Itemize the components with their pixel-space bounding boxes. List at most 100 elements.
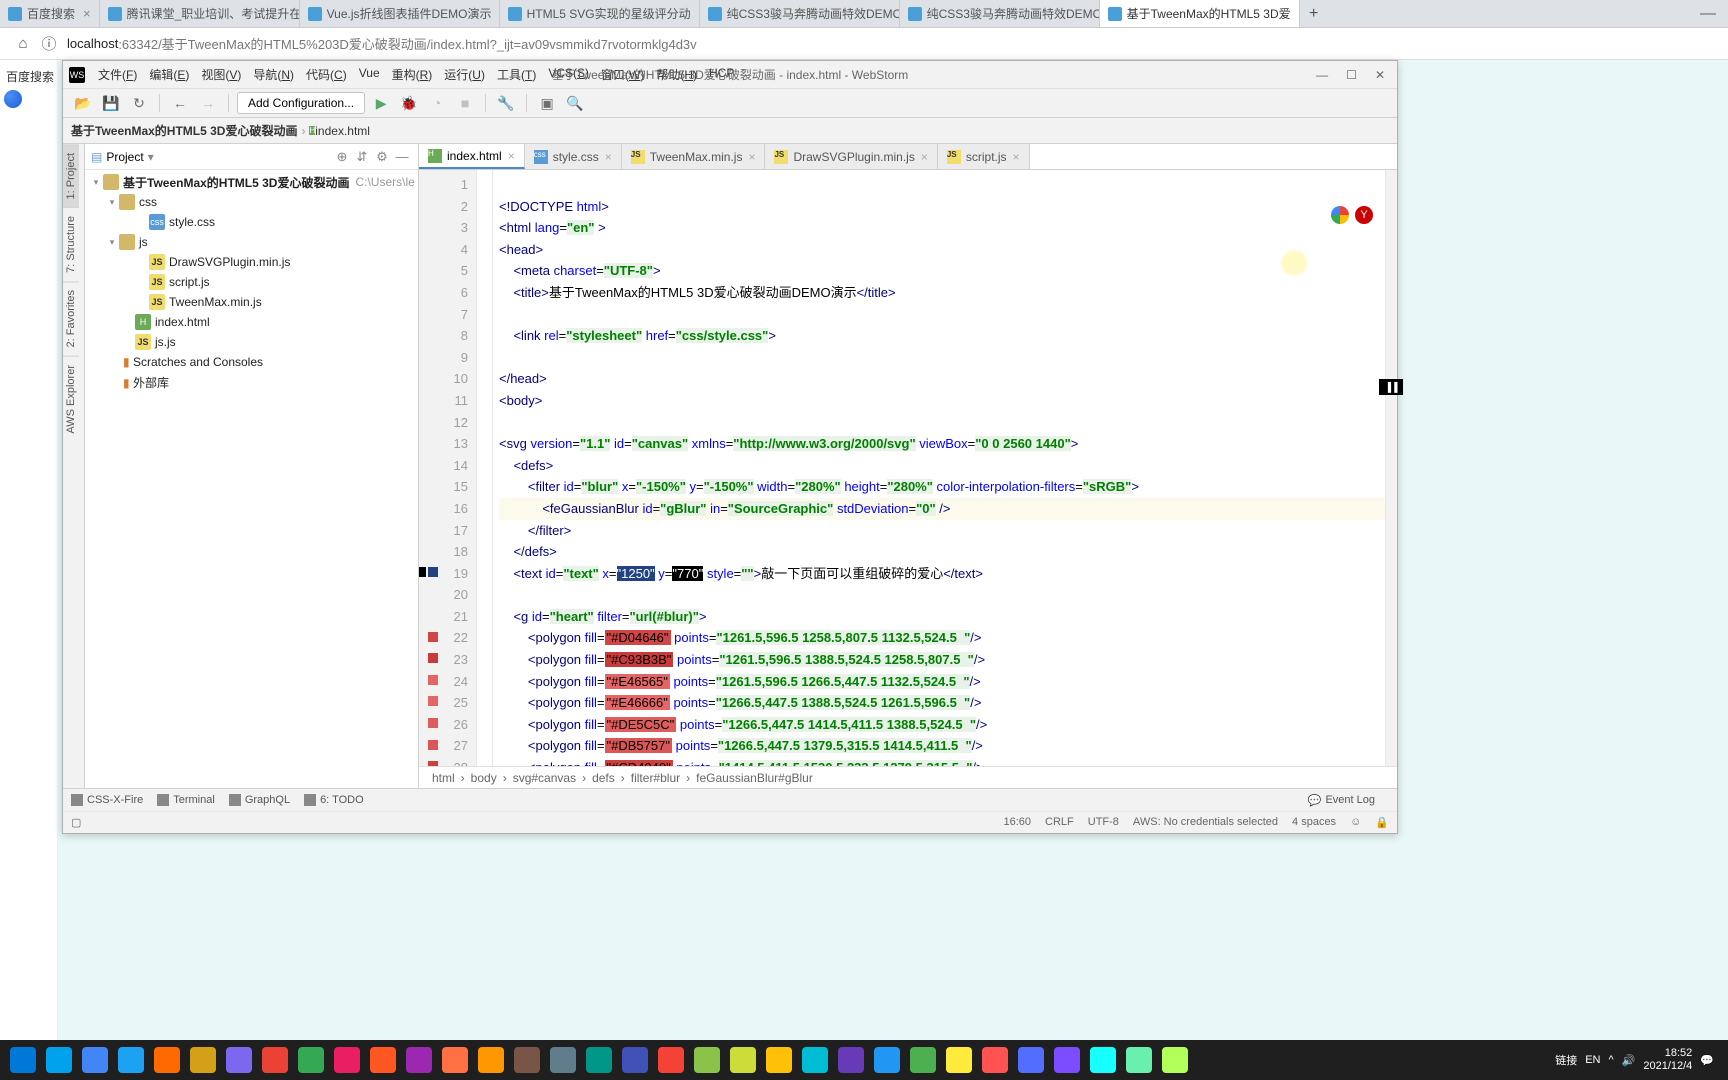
indent-status[interactable]: 4 spaces xyxy=(1292,816,1336,829)
run-config-dropdown[interactable]: Add Configuration... xyxy=(237,92,365,114)
taskbar-app-icon[interactable] xyxy=(438,1043,472,1077)
editor-tab[interactable]: JSDrawSVGPlugin.min.js× xyxy=(765,144,937,169)
taskbar-app-icon[interactable] xyxy=(258,1043,292,1077)
taskbar-app-icon[interactable] xyxy=(942,1043,976,1077)
taskbar-app-icon[interactable] xyxy=(1014,1043,1048,1077)
editor-tab[interactable]: Hindex.html× xyxy=(419,144,525,169)
code-editor[interactable]: 1234567891011121314151617181920212223242… xyxy=(419,170,1397,766)
tree-row[interactable]: H index.html xyxy=(85,312,418,332)
close-icon[interactable]: ✕ xyxy=(1375,68,1385,82)
browser-tab[interactable]: 纯CSS3骏马奔腾动画特效DEMO× xyxy=(900,0,1100,27)
minimize-icon[interactable]: — xyxy=(1316,68,1328,82)
nav-root[interactable]: 基于TweenMax的HTML5 3D爱心破裂动画 xyxy=(71,122,297,139)
close-icon[interactable]: × xyxy=(508,149,515,163)
menu-item[interactable]: 工具(T) xyxy=(492,64,541,85)
browser-tab[interactable]: Vue.js折线图表插件DEMO演示× xyxy=(300,0,500,27)
color-swatch[interactable] xyxy=(428,653,438,663)
forward-icon[interactable]: → xyxy=(196,91,220,115)
hide-icon[interactable]: — xyxy=(392,149,412,164)
browser-tab[interactable]: 百度搜索× xyxy=(0,0,100,27)
crumb-item[interactable]: defs xyxy=(592,771,615,785)
taskbar-app-icon[interactable] xyxy=(222,1043,256,1077)
stop-icon[interactable]: ■ xyxy=(453,91,477,115)
taskbar-app-icon[interactable] xyxy=(546,1043,580,1077)
taskbar-app-icon[interactable] xyxy=(114,1043,148,1077)
taskbar-app-icon[interactable] xyxy=(618,1043,652,1077)
close-icon[interactable]: × xyxy=(748,150,755,164)
crumb-item[interactable]: filter#blur xyxy=(631,771,680,785)
bottom-tab[interactable]: CSS-X-Fire xyxy=(71,794,143,806)
tool-window-tab[interactable]: 7: Structure xyxy=(63,207,79,281)
taskbar-app-icon[interactable] xyxy=(1050,1043,1084,1077)
taskbar-app-icon[interactable] xyxy=(1122,1043,1156,1077)
sync-icon[interactable]: ↻ xyxy=(127,91,151,115)
menu-item[interactable]: 视图(V) xyxy=(196,64,246,85)
menu-item[interactable]: 导航(N) xyxy=(248,64,299,85)
taskbar-app-icon[interactable] xyxy=(690,1043,724,1077)
taskbar-app-icon[interactable] xyxy=(474,1043,508,1077)
tree-row[interactable]: ▾ js xyxy=(85,232,418,252)
back-icon[interactable]: ← xyxy=(168,91,192,115)
editor-tab[interactable]: JSTweenMax.min.js× xyxy=(622,144,766,169)
bottom-tab[interactable]: GraphQL xyxy=(229,794,290,806)
search-icon[interactable]: 🔍 xyxy=(563,91,587,115)
tree-row[interactable]: ▾ css xyxy=(85,192,418,212)
run-icon[interactable]: ▶ xyxy=(369,91,393,115)
color-swatch[interactable] xyxy=(428,567,438,577)
taskbar-app-icon[interactable] xyxy=(402,1043,436,1077)
menu-item[interactable]: 代码(C) xyxy=(301,64,352,85)
maximize-icon[interactable]: ☐ xyxy=(1346,68,1357,82)
chrome-icon[interactable] xyxy=(1331,206,1349,224)
chevron-down-icon[interactable]: ▾ xyxy=(148,150,154,164)
tree-row[interactable]: JS TweenMax.min.js xyxy=(85,292,418,312)
tree-row[interactable]: JS DrawSVGPlugin.min.js xyxy=(85,252,418,272)
tree-row[interactable]: ▾ 基于TweenMax的HTML5 3D爱心破裂动画C:\Users\le xyxy=(85,172,418,192)
menu-item[interactable]: 重构(R) xyxy=(387,64,438,85)
code-content[interactable]: <!DOCTYPE html><html lang="en" ><head> <… xyxy=(493,170,1385,766)
taskbar-app-icon[interactable] xyxy=(906,1043,940,1077)
taskbar-app-icon[interactable] xyxy=(42,1043,76,1077)
notification-icon[interactable]: 💬 xyxy=(1700,1054,1714,1067)
taskbar-app-icon[interactable] xyxy=(726,1043,760,1077)
url-display[interactable]: localhost:63342/基于TweenMax的HTML5%203D爱心破… xyxy=(67,34,697,53)
menu-item[interactable]: Vue xyxy=(354,64,385,85)
taskbar-app-icon[interactable] xyxy=(186,1043,220,1077)
editor-tab[interactable]: cssstyle.css× xyxy=(525,144,622,169)
taskbar-app-icon[interactable] xyxy=(798,1043,832,1077)
taskbar-app-icon[interactable] xyxy=(1086,1043,1120,1077)
taskbar-app-icon[interactable] xyxy=(150,1043,184,1077)
taskbar-app-icon[interactable] xyxy=(6,1043,40,1077)
browser-tab[interactable]: 腾讯课堂_职业培训、考试提升在× xyxy=(100,0,300,27)
ime-indicator[interactable]: EN xyxy=(1585,1054,1600,1066)
crumb-item[interactable]: body xyxy=(471,771,497,785)
tree-row[interactable]: ▮ Scratches and Consoles xyxy=(85,352,418,372)
caret-position[interactable]: 16:60 xyxy=(1003,816,1031,829)
close-tab-icon[interactable]: × xyxy=(83,6,91,21)
taskbar-app-icon[interactable] xyxy=(366,1043,400,1077)
chevron-up-icon[interactable]: ^ xyxy=(1608,1054,1613,1066)
taskbar-app-icon[interactable] xyxy=(78,1043,112,1077)
lock-icon[interactable]: 🔒 xyxy=(1375,816,1389,829)
editor-tab[interactable]: JSscript.js× xyxy=(938,144,1030,169)
browser-tab[interactable]: 基于TweenMax的HTML5 3D爱× xyxy=(1100,0,1300,27)
browser-tab[interactable]: HTML5 SVG实现的星级评分动× xyxy=(500,0,700,27)
tree-row[interactable]: JS js.js xyxy=(85,332,418,352)
encoding[interactable]: UTF-8 xyxy=(1088,816,1119,829)
line-ending[interactable]: CRLF xyxy=(1045,816,1074,829)
menu-item[interactable]: 运行(U) xyxy=(439,64,490,85)
close-icon[interactable]: × xyxy=(605,150,612,164)
collapse-icon[interactable]: ⇵ xyxy=(352,149,372,165)
taskbar-app-icon[interactable] xyxy=(582,1043,616,1077)
nav-file[interactable]: index.html xyxy=(315,124,370,138)
minimize-icon[interactable]: — xyxy=(1688,0,1728,27)
taskbar-app-icon[interactable] xyxy=(834,1043,868,1077)
color-swatch[interactable] xyxy=(428,718,438,728)
layout-icon[interactable]: ▣ xyxy=(535,91,559,115)
crumb-item[interactable]: svg#canvas xyxy=(513,771,576,785)
bottom-tab[interactable]: Terminal xyxy=(157,794,215,806)
volume-icon[interactable]: 🔊 xyxy=(1622,1054,1636,1067)
tool-window-tab[interactable]: AWS Explorer xyxy=(63,356,79,442)
new-tab-button[interactable]: + xyxy=(1300,0,1328,27)
bottom-tab[interactable]: 6: TODO xyxy=(304,794,364,806)
color-swatch[interactable] xyxy=(428,761,438,766)
